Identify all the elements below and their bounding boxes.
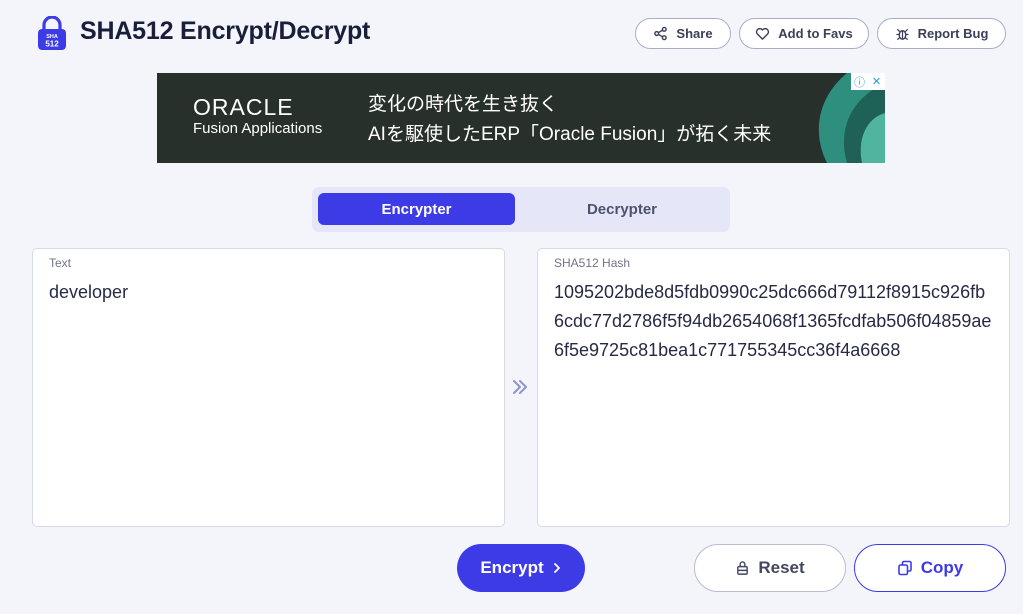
ad-info-icon[interactable]: ⓘ: [851, 73, 868, 90]
page-title: SHA512 Encrypt/Decrypt: [80, 17, 371, 45]
ad-brand-subtitle: Fusion Applications: [193, 120, 323, 137]
favs-label: Add to Favs: [778, 26, 853, 41]
advertisement-banner[interactable]: ORACLE Fusion Applications 変化の時代を生き抜く AI…: [157, 73, 885, 163]
copy-label: Copy: [920, 558, 964, 577]
eraser-icon: [737, 560, 749, 575]
add-to-favs-button[interactable]: Add to Favs: [739, 18, 869, 49]
share-label: Share: [676, 26, 713, 41]
text-input[interactable]: developer: [49, 278, 490, 307]
reset-button[interactable]: Reset: [694, 544, 846, 592]
encrypt-button[interactable]: Encrypt: [457, 544, 585, 592]
hash-output[interactable]: 1095202bde8d5fdb0990c25dc666d79112f8915c…: [554, 278, 995, 365]
bug-icon: [896, 28, 909, 41]
logo-text-bottom: 512: [45, 40, 59, 49]
ad-text: 変化の時代を生き抜く AIを駆使したERP「Oracle Fusion」が拓く未…: [368, 90, 771, 150]
double-chevron-right-icon: [513, 380, 527, 394]
ad-controls: ⓘ ✕: [851, 73, 885, 90]
ad-close-icon[interactable]: ✕: [868, 73, 885, 90]
header: SHA 512 SHA512 Encrypt/Decrypt Share Add…: [0, 0, 1023, 66]
ad-brand-name: ORACLE: [193, 94, 294, 120]
chevron-right-icon: [553, 563, 560, 573]
tab-decrypter[interactable]: Decrypter: [520, 193, 724, 225]
text-input-label: Text: [49, 256, 72, 270]
heart-icon: [756, 27, 770, 40]
hash-output-label: SHA512 Hash: [554, 256, 631, 270]
lock-logo-icon: SHA 512: [38, 16, 66, 50]
copy-button[interactable]: Copy: [854, 544, 1006, 592]
share-icon: [654, 26, 668, 41]
text-input-panel[interactable]: Text developer: [32, 248, 505, 527]
reset-label: Reset: [758, 558, 805, 577]
encrypt-label: Encrypt: [480, 558, 544, 577]
mode-tabs: Encrypter Decrypter: [312, 187, 730, 232]
ad-text-line2: AIを駆使したERP「Oracle Fusion」が拓く未来: [368, 124, 772, 145]
share-button[interactable]: Share: [635, 18, 731, 49]
tab-encrypter[interactable]: Encrypter: [318, 193, 515, 225]
copy-icon: [897, 560, 912, 576]
hash-output-panel[interactable]: SHA512 Hash 1095202bde8d5fdb0990c25dc666…: [537, 248, 1010, 527]
ad-text-line1: 変化の時代を生き抜く: [368, 94, 559, 115]
ad-brand: ORACLE Fusion Applications: [193, 95, 322, 139]
report-bug-button[interactable]: Report Bug: [877, 18, 1006, 49]
bug-label: Report Bug: [917, 26, 989, 41]
